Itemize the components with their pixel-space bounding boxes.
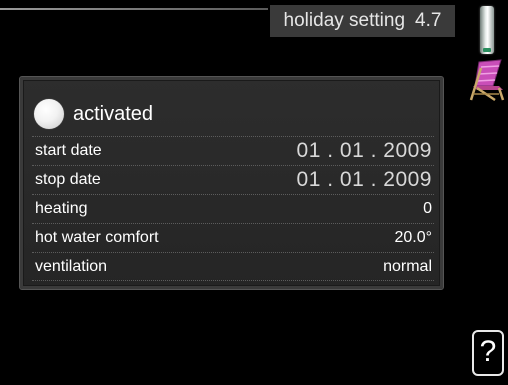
setting-row-stop-date[interactable]: stop date 01 . 01 . 2009 xyxy=(32,165,434,194)
setting-value: 20.0° xyxy=(394,229,432,246)
radio-button-icon[interactable] xyxy=(34,99,64,129)
setting-label: stop date xyxy=(35,171,101,188)
settings-list: start date 01 . 01 . 2009 stop date 01 .… xyxy=(32,136,434,281)
setting-label: ventilation xyxy=(35,257,108,275)
setting-row-ventilation[interactable]: ventilation normal xyxy=(32,252,434,281)
setting-value: normal xyxy=(383,257,432,275)
menu-number: 4.7 xyxy=(415,10,442,31)
setting-value: 01 . 01 . 2009 xyxy=(296,168,432,191)
setting-label: heating xyxy=(35,200,88,217)
page-title-text: holiday setting xyxy=(283,10,406,31)
holiday-settings-panel: activated start date 01 . 01 . 2009 stop… xyxy=(19,76,444,290)
question-mark-icon: ? xyxy=(479,335,497,368)
activated-option[interactable]: activated xyxy=(34,99,153,129)
setting-row-hot-water-comfort[interactable]: hot water comfort 20.0° xyxy=(32,223,434,252)
setting-row-heating[interactable]: heating 0 xyxy=(32,194,434,223)
setting-value: 01 . 01 . 2009 xyxy=(296,139,432,162)
setting-label: start date xyxy=(35,142,102,159)
setting-row-start-date[interactable]: start date 01 . 01 . 2009 xyxy=(32,136,434,165)
header-divider-line xyxy=(0,8,268,10)
deck-chair-icon xyxy=(469,59,505,102)
activated-label: activated xyxy=(73,103,154,125)
page-title: holiday setting 4.7 xyxy=(270,5,455,37)
scrollbar[interactable] xyxy=(480,6,494,54)
setting-label: hot water comfort xyxy=(35,229,159,246)
setting-value: 0 xyxy=(423,200,432,217)
help-button[interactable]: ? xyxy=(472,330,504,376)
